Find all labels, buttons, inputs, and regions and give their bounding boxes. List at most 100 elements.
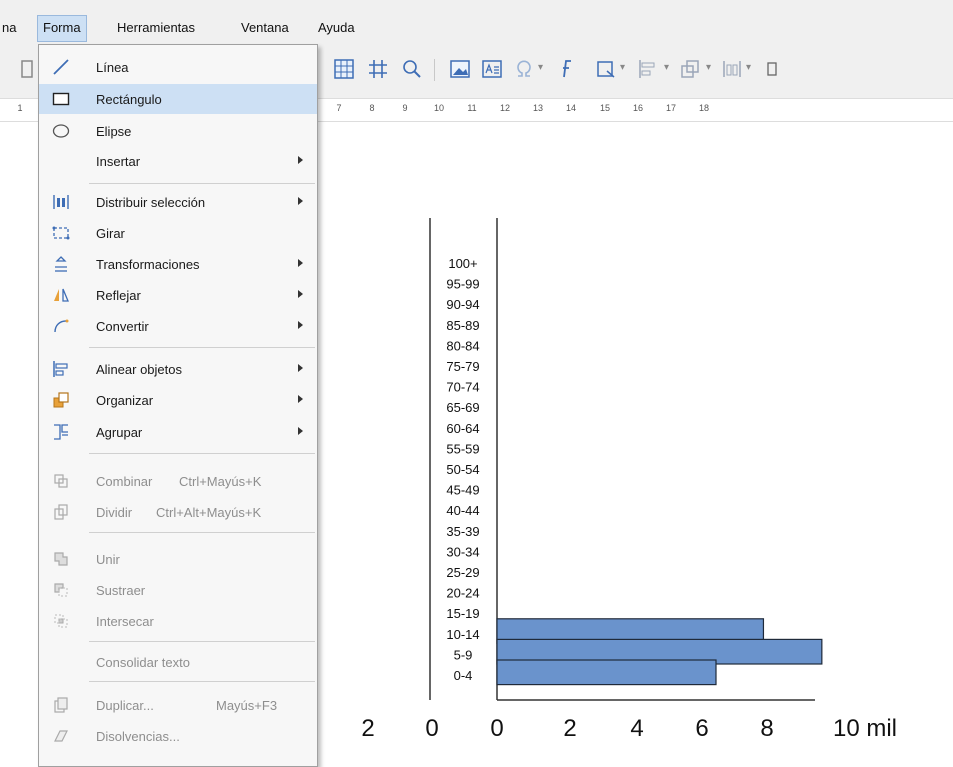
distribute-icon bbox=[52, 193, 70, 211]
menu-edit-partial[interactable]: na bbox=[2, 20, 16, 35]
x-tick-label: 0 bbox=[490, 715, 503, 742]
grid-icon[interactable] bbox=[332, 57, 356, 81]
x-tick-label: 2 bbox=[563, 715, 576, 742]
menu-item-sustraer[interactable]: Sustraer bbox=[39, 575, 317, 605]
category-label: 40-44 bbox=[446, 503, 479, 518]
menu-item-label: Transformaciones bbox=[96, 257, 200, 272]
transform-icon bbox=[52, 255, 70, 273]
intersect-icon bbox=[52, 612, 70, 630]
rectangle-icon bbox=[52, 90, 70, 108]
menu-item-organizar[interactable]: Organizar bbox=[39, 385, 317, 415]
category-label: 0-4 bbox=[454, 668, 473, 683]
toolbar-separator bbox=[434, 59, 435, 81]
x-tick-label: 4 bbox=[630, 715, 643, 742]
chevron-down-icon[interactable]: ▾ bbox=[706, 62, 711, 73]
distribute-icon[interactable] bbox=[720, 57, 744, 81]
menu-item-agrupar[interactable]: Agrupar bbox=[39, 417, 317, 447]
arrange-icon[interactable] bbox=[678, 57, 702, 81]
chevron-down-icon[interactable]: ▾ bbox=[664, 62, 669, 73]
ruler-number: 13 bbox=[532, 103, 544, 113]
ruler-number: 1 bbox=[17, 103, 23, 113]
combine-icon bbox=[52, 472, 70, 490]
fontwork-icon[interactable] bbox=[556, 57, 580, 81]
menu-item-rectangulo[interactable]: Rectángulo bbox=[39, 84, 317, 114]
menu-item-elipse[interactable]: Elipse bbox=[39, 116, 317, 146]
forma-dropdown-menu: Línea Rectángulo Elipse Insertar Distrib… bbox=[38, 44, 318, 767]
subtract-icon bbox=[52, 581, 70, 599]
submenu-arrow-icon bbox=[298, 156, 303, 164]
menu-item-shortcut: Ctrl+Alt+Mayús+K bbox=[156, 505, 262, 520]
image-icon[interactable] bbox=[448, 57, 472, 81]
menu-herramientas[interactable]: Herramientas bbox=[117, 20, 195, 35]
menu-item-label: Consolidar texto bbox=[96, 655, 190, 670]
menu-item-label: Elipse bbox=[96, 124, 132, 139]
menu-item-label: Duplicar... bbox=[96, 698, 154, 713]
x-tick-label: 8 bbox=[760, 715, 773, 742]
category-label: 85-89 bbox=[446, 318, 479, 333]
chevron-down-icon[interactable]: ▾ bbox=[620, 62, 625, 73]
special-character-icon[interactable] bbox=[512, 57, 536, 81]
category-label: 15-19 bbox=[446, 606, 479, 621]
flip-icon bbox=[52, 286, 70, 304]
duplicate-icon bbox=[52, 696, 70, 714]
merge-icon bbox=[52, 550, 70, 568]
submenu-arrow-icon bbox=[298, 395, 303, 403]
menu-item-transformaciones[interactable]: Transformaciones bbox=[39, 249, 317, 279]
page-icon[interactable] bbox=[16, 57, 40, 81]
menu-item-reflejar[interactable]: Reflejar bbox=[39, 280, 317, 310]
menu-item-intersecar[interactable]: Intersecar bbox=[39, 606, 317, 636]
x-tick-label: 2 bbox=[361, 715, 374, 742]
x-tick-label: 6 bbox=[695, 715, 708, 742]
bar bbox=[496, 659, 717, 686]
menu-item-girar[interactable]: Girar bbox=[39, 218, 317, 248]
menu-item-consolidar-texto[interactable]: Consolidar texto bbox=[39, 647, 317, 677]
more-icon[interactable] bbox=[760, 57, 784, 81]
category-label: 50-54 bbox=[446, 462, 479, 477]
chevron-down-icon[interactable]: ▾ bbox=[746, 62, 751, 73]
category-label: 30-34 bbox=[446, 544, 479, 559]
hash-icon[interactable] bbox=[366, 57, 390, 81]
zoom-icon[interactable] bbox=[400, 57, 424, 81]
category-label: 95-99 bbox=[446, 277, 479, 292]
menu-item-insertar[interactable]: Insertar bbox=[39, 146, 317, 176]
transform-icon[interactable] bbox=[594, 57, 618, 81]
ruler-number: 8 bbox=[369, 103, 375, 113]
menu-separator bbox=[89, 183, 315, 184]
menu-ventana[interactable]: Ventana bbox=[241, 20, 289, 35]
align-icon bbox=[52, 360, 70, 378]
menu-item-label: Distribuir selección bbox=[96, 195, 206, 210]
menu-item-combinar[interactable]: Combinar Ctrl+Mayús+K bbox=[39, 466, 317, 496]
category-label: 35-39 bbox=[446, 524, 479, 539]
menu-item-distribuir-seleccion[interactable]: Distribuir selección bbox=[39, 187, 317, 217]
menu-item-duplicar[interactable]: Duplicar... Mayús+F3 bbox=[39, 690, 317, 720]
menu-item-convertir[interactable]: Convertir bbox=[39, 311, 317, 341]
menu-item-shortcut: Mayús+F3 bbox=[216, 698, 278, 713]
menu-item-label: Intersecar bbox=[96, 614, 154, 629]
menu-item-alinear-objetos[interactable]: Alinear objetos bbox=[39, 354, 317, 384]
menu-item-label: Alinear objetos bbox=[96, 362, 182, 377]
submenu-arrow-icon bbox=[298, 259, 303, 267]
category-label: 55-59 bbox=[446, 441, 479, 456]
chevron-down-icon[interactable]: ▾ bbox=[538, 62, 543, 73]
ruler-number: 14 bbox=[565, 103, 577, 113]
ellipse-icon bbox=[52, 122, 70, 140]
menu-item-label: Convertir bbox=[96, 319, 149, 334]
menu-forma[interactable]: Forma bbox=[37, 15, 87, 42]
menu-separator bbox=[89, 453, 315, 454]
category-label: 25-29 bbox=[446, 565, 479, 580]
menu-item-disolvencias[interactable]: Disolvencias... bbox=[39, 721, 317, 751]
x-tick-label: 10 mil bbox=[833, 715, 897, 742]
menu-item-label: Girar bbox=[96, 226, 125, 241]
split-icon bbox=[52, 503, 70, 521]
textbox-icon[interactable] bbox=[480, 57, 504, 81]
category-label: 100+ bbox=[448, 256, 477, 271]
menu-item-unir[interactable]: Unir bbox=[39, 544, 317, 574]
ruler-number: 16 bbox=[632, 103, 644, 113]
menu-separator bbox=[89, 347, 315, 348]
align-icon[interactable] bbox=[636, 57, 660, 81]
menu-item-linea[interactable]: Línea bbox=[39, 52, 317, 82]
menu-ayuda[interactable]: Ayuda bbox=[318, 20, 355, 35]
menu-item-dividir[interactable]: Dividir Ctrl+Alt+Mayús+K bbox=[39, 497, 317, 527]
ruler-number: 15 bbox=[599, 103, 611, 113]
line-icon bbox=[52, 58, 70, 76]
